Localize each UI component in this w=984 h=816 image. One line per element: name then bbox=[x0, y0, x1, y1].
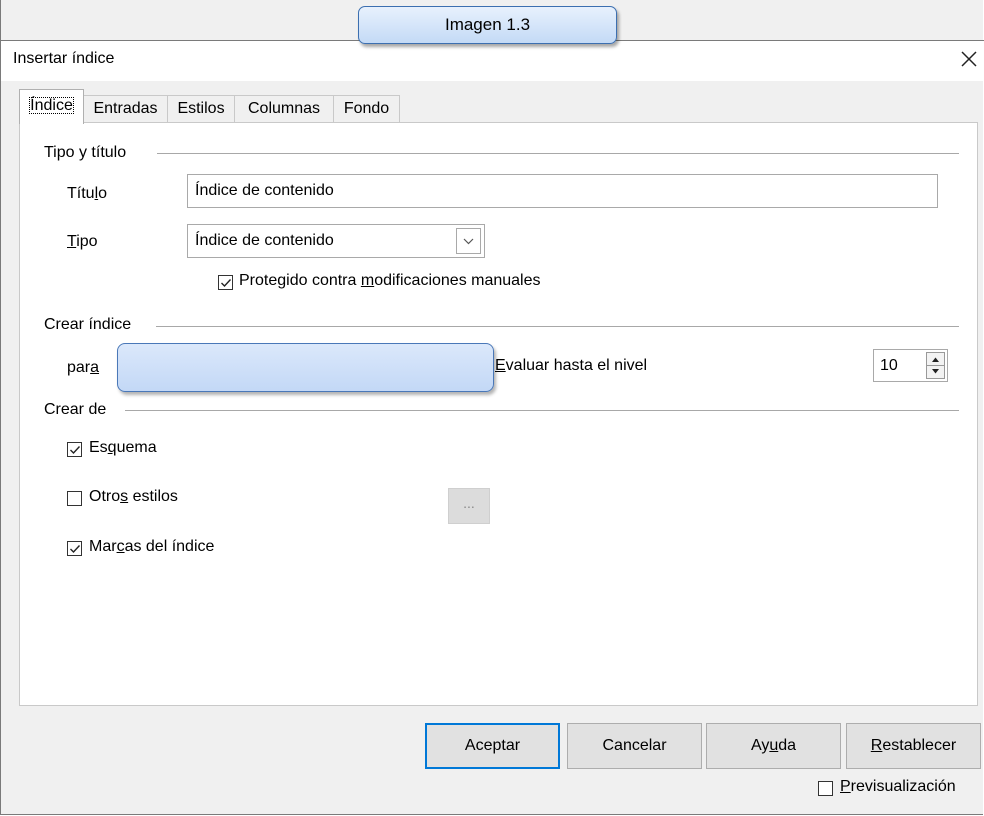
tab-fondo[interactable]: Fondo bbox=[333, 95, 400, 123]
tab-indice-label: Índice bbox=[29, 97, 74, 114]
tab-panel bbox=[19, 122, 978, 706]
section-divider bbox=[157, 153, 959, 154]
tipo-dropdown-button[interactable] bbox=[456, 228, 481, 254]
protegido-label: Protegido contra modificaciones manuales bbox=[239, 272, 541, 289]
otros-estilos-label: Otros estilos bbox=[89, 488, 178, 505]
marcas-checkbox[interactable] bbox=[67, 541, 82, 556]
otros-estilos-assign-button[interactable]: ... bbox=[448, 488, 490, 524]
restablecer-button[interactable]: Restablecer bbox=[846, 723, 981, 769]
ayuda-button[interactable]: Ayuda bbox=[706, 723, 841, 769]
aceptar-button[interactable]: Aceptar bbox=[425, 723, 560, 769]
chevron-down-icon bbox=[463, 238, 474, 245]
nivel-spinbox[interactable]: 10 bbox=[873, 349, 948, 382]
title-bar bbox=[1, 40, 984, 81]
previsualizacion-checkbox[interactable] bbox=[818, 781, 833, 796]
otros-estilos-checkbox[interactable] bbox=[67, 491, 82, 506]
tipo-select[interactable]: Índice de contenido bbox=[187, 224, 485, 258]
tab-columnas[interactable]: Columnas bbox=[234, 95, 334, 123]
close-icon[interactable] bbox=[956, 46, 982, 72]
section-crear-indice: Crear índice bbox=[44, 316, 132, 333]
nivel-spin-buttons[interactable] bbox=[926, 352, 945, 379]
section-divider bbox=[156, 326, 959, 327]
titulo-input[interactable]: Índice de contenido bbox=[187, 174, 938, 208]
protegido-checkbox[interactable] bbox=[218, 275, 233, 290]
tab-indice[interactable]: Índice bbox=[19, 89, 84, 124]
tipo-select-value: Índice de contenido bbox=[195, 232, 334, 249]
tab-entradas[interactable]: Entradas bbox=[83, 95, 168, 123]
titulo-label: Título bbox=[67, 185, 108, 202]
tab-estilos[interactable]: Estilos bbox=[167, 95, 235, 123]
insert-index-dialog: Insertar índice Índice Entradas Estilos … bbox=[0, 0, 984, 815]
para-label: para bbox=[67, 359, 100, 376]
window-title: Insertar índice bbox=[13, 50, 115, 67]
checkmark-icon bbox=[221, 279, 232, 288]
cancelar-button[interactable]: Cancelar bbox=[567, 723, 702, 769]
previsualizacion-label: Previsualización bbox=[840, 778, 956, 795]
para-select[interactable] bbox=[117, 343, 494, 392]
nivel-value: 10 bbox=[880, 357, 898, 374]
section-tipo-titulo: Tipo y título bbox=[44, 144, 127, 161]
esquema-checkbox[interactable] bbox=[67, 442, 82, 457]
spin-arrows-icon bbox=[927, 357, 944, 374]
image-caption-callout: Imagen 1.3 bbox=[358, 6, 617, 44]
evaluar-label: Evaluar hasta el nivel bbox=[495, 357, 648, 374]
section-divider bbox=[125, 410, 959, 411]
tipo-label: Tipo bbox=[67, 233, 98, 250]
checkmark-icon bbox=[70, 446, 81, 455]
section-crear-de: Crear de bbox=[44, 401, 107, 418]
esquema-label: Esquema bbox=[89, 439, 157, 456]
checkmark-icon bbox=[70, 545, 81, 554]
marcas-label: Marcas del índice bbox=[89, 538, 215, 555]
